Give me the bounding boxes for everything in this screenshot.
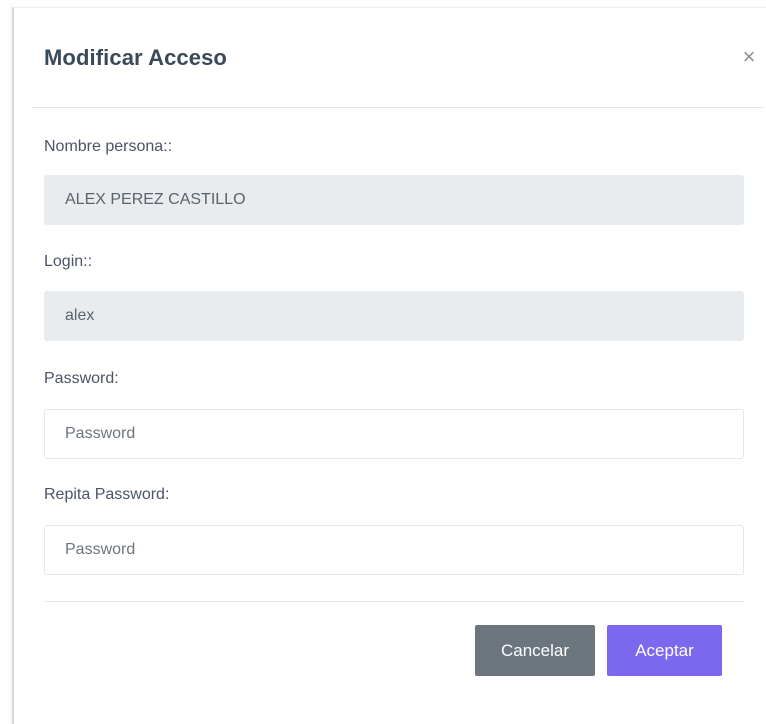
- nombre-persona-label: Nombre persona::: [44, 138, 173, 155]
- cancel-button[interactable]: Cancelar: [475, 625, 595, 676]
- nombre-persona-field: ALEX PEREZ CASTILLO: [44, 175, 744, 225]
- modify-access-modal: Modificar Acceso × Nombre persona:: ALEX…: [12, 7, 766, 724]
- close-icon[interactable]: ×: [738, 46, 760, 68]
- login-label: Login::: [44, 253, 93, 270]
- modal-title: Modificar Acceso: [44, 45, 227, 70]
- password-label: Password:: [44, 370, 119, 387]
- accept-button[interactable]: Aceptar: [607, 625, 722, 676]
- password-input[interactable]: [44, 409, 744, 459]
- footer-divider: [44, 601, 744, 602]
- login-field: alex: [44, 291, 744, 341]
- repeat-password-input[interactable]: [44, 525, 744, 575]
- repeat-password-label: Repita Password:: [44, 486, 170, 503]
- modal-header: Modificar Acceso ×: [32, 8, 764, 108]
